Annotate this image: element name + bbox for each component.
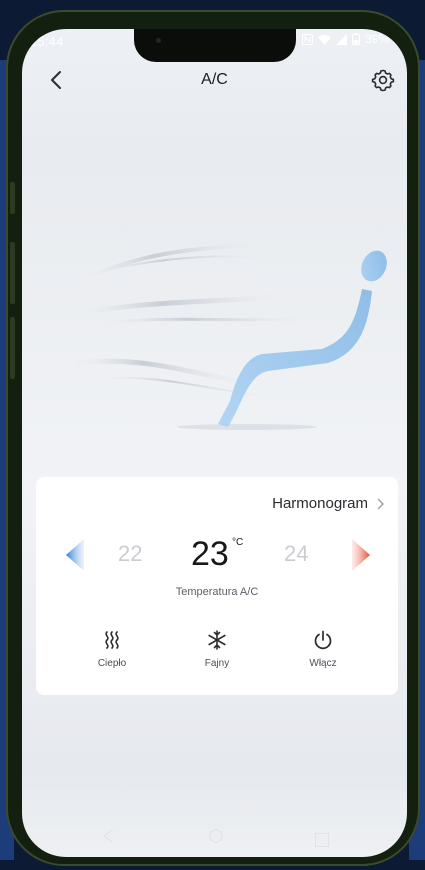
nfc-icon [302,33,313,45]
side-button [10,317,15,379]
battery-icon [352,33,360,45]
arrow-left-icon [66,539,84,571]
chevron-right-icon [377,498,384,509]
camera-notch [134,29,296,62]
side-button [10,182,15,214]
status-time: 15:44 [30,34,64,49]
signal-icon [336,33,347,45]
schedule-link[interactable]: Harmonogram [272,495,384,512]
mode-label: Ciepło [97,658,127,669]
nav-recents-icon[interactable] [315,833,329,847]
decrease-temperature-button[interactable] [64,537,88,573]
arrow-right-icon [352,539,370,571]
settings-button[interactable] [370,67,396,93]
battery-percent: 39% [365,32,390,46]
temperature-caption: Temperatura A/C [175,586,259,598]
mode-heat-button[interactable]: Ciepło [72,629,152,669]
mode-label: Fajny [204,658,230,669]
power-icon [314,630,332,650]
temperature-control-card: Harmonogram 22 23 °C 24 Temperatura A/C [36,477,398,695]
temperature-unit: °C [232,537,244,548]
temperature-next: 24 [284,541,309,566]
app-screen: 15:44 39% A/C Harmonogram 22 23 °C 24 Te… [22,29,407,857]
snowflake-icon [208,630,226,650]
gear-icon [371,69,395,92]
airflow-seat-illustration [71,242,387,430]
nav-home-icon[interactable] [209,829,223,843]
schedule-label: Harmonogram [272,495,368,512]
page-title: A/C [201,71,228,88]
mode-cool-button[interactable]: Fajny [177,629,257,669]
power-button[interactable]: Włącz [283,629,363,669]
system-navigation-bar [22,817,407,857]
camera-dot [156,38,161,43]
nav-back-icon[interactable] [102,829,114,843]
side-button [10,242,15,304]
status-icons: 39% [302,32,389,46]
heat-waves-icon [105,631,119,649]
increase-temperature-button[interactable] [348,537,372,573]
mode-label: Włącz [309,658,337,669]
temperature-previous: 22 [118,541,143,566]
wifi-icon [318,34,331,45]
temperature-current: 23 [191,535,229,573]
